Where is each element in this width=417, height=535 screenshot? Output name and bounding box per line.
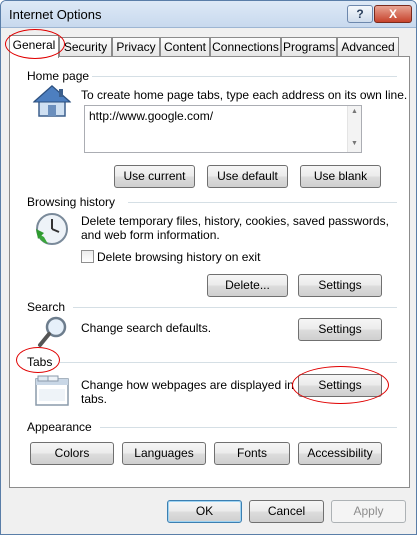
- home-page-description: To create home page tabs, type each addr…: [81, 88, 408, 102]
- search-label: Search: [27, 300, 66, 314]
- tab-privacy[interactable]: Privacy: [112, 37, 160, 57]
- home-page-url: http://www.google.com/: [89, 109, 214, 123]
- use-current-button[interactable]: Use current: [114, 165, 195, 188]
- appearance-label: Appearance: [27, 420, 92, 434]
- tab-strip: General Security Privacy Content Connect…: [9, 35, 409, 58]
- tab-content[interactable]: Content: [160, 37, 210, 57]
- browsing-history-settings-button[interactable]: Settings: [298, 274, 382, 297]
- home-icon: [32, 84, 72, 117]
- delete-on-exit-checkbox[interactable]: [81, 250, 94, 263]
- tabs-description-2: tabs.: [81, 392, 108, 406]
- apply-button[interactable]: Apply: [331, 500, 406, 523]
- tab-advanced[interactable]: Advanced: [337, 37, 399, 57]
- tabs-description-1: Change how webpages are displayed in: [81, 378, 294, 392]
- search-description: Change search defaults.: [81, 321, 212, 335]
- colors-button[interactable]: Colors: [30, 442, 114, 465]
- accessibility-button[interactable]: Accessibility: [298, 442, 382, 465]
- search-settings-button[interactable]: Settings: [298, 318, 382, 341]
- appearance-divider: [100, 427, 397, 428]
- window-title: Internet Options: [9, 7, 102, 22]
- browsing-history-label: Browsing history: [27, 195, 116, 209]
- delete-on-exit-label[interactable]: Delete browsing history on exit: [97, 250, 260, 264]
- home-page-url-field[interactable]: http://www.google.com/ ▲ ▼: [84, 105, 362, 153]
- ok-button[interactable]: OK: [167, 500, 242, 523]
- tab-connections[interactable]: Connections: [210, 37, 281, 57]
- browsing-history-description-1: Delete temporary files, history, cookies…: [81, 214, 389, 228]
- use-blank-button[interactable]: Use blank: [300, 165, 381, 188]
- tabs-section-divider: [60, 362, 397, 363]
- tabs-settings-button[interactable]: Settings: [298, 374, 382, 397]
- tab-programs[interactable]: Programs: [281, 37, 337, 57]
- home-page-divider: [92, 76, 397, 77]
- use-default-button[interactable]: Use default: [207, 165, 288, 188]
- fonts-button[interactable]: Fonts: [214, 442, 290, 465]
- title-bar[interactable]: Internet Options ? X: [1, 1, 416, 28]
- search-magnifier-icon: [38, 316, 67, 347]
- home-page-label: Home page: [27, 69, 90, 83]
- languages-button[interactable]: Languages: [122, 442, 206, 465]
- browsing-history-description-2: and web form information.: [81, 228, 220, 242]
- cancel-button[interactable]: Cancel: [249, 500, 324, 523]
- help-button[interactable]: ?: [347, 5, 373, 23]
- history-clock-icon: [36, 213, 68, 245]
- general-panel: Home page To create home page tabs, type…: [9, 56, 410, 488]
- internet-options-dialog: Internet Options ? X General Security Pr…: [0, 0, 417, 535]
- tabs-section-label: Tabs: [27, 355, 53, 369]
- close-button[interactable]: X: [374, 5, 412, 23]
- browsing-history-divider: [128, 202, 397, 203]
- scroll-up-icon[interactable]: ▲: [351, 108, 358, 115]
- tab-general[interactable]: General: [9, 35, 59, 58]
- scroll-down-icon[interactable]: ▼: [351, 140, 358, 147]
- home-page-scrollbar[interactable]: ▲ ▼: [347, 106, 361, 152]
- delete-button[interactable]: Delete...: [207, 274, 288, 297]
- search-divider: [73, 307, 397, 308]
- tab-security[interactable]: Security: [59, 37, 112, 57]
- tabs-window-icon: [35, 375, 69, 406]
